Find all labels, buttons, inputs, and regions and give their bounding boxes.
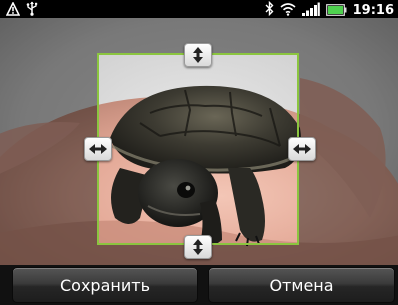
crop-handle-right[interactable]: [288, 137, 316, 161]
vertical-resize-icon: [193, 239, 203, 255]
status-bar: 19:16: [0, 0, 398, 18]
crop-handle-top[interactable]: [184, 43, 212, 67]
crop-handle-left[interactable]: [84, 137, 112, 161]
horizontal-resize-icon: [293, 144, 311, 154]
crop-frame[interactable]: [97, 53, 299, 245]
cancel-button[interactable]: Отмена: [208, 267, 395, 303]
status-clock: 19:16: [352, 2, 394, 18]
crop-photo-screen: 19:16 Сохранить Отмена: [0, 0, 398, 305]
action-button-bar: Сохранить Отмена: [0, 265, 398, 305]
horizontal-resize-icon: [89, 144, 107, 154]
vertical-resize-icon: [193, 47, 203, 63]
save-button[interactable]: Сохранить: [12, 267, 198, 303]
crop-mask-left: [0, 53, 97, 245]
crop-handle-bottom[interactable]: [184, 235, 212, 259]
photo-preview[interactable]: [0, 18, 398, 265]
